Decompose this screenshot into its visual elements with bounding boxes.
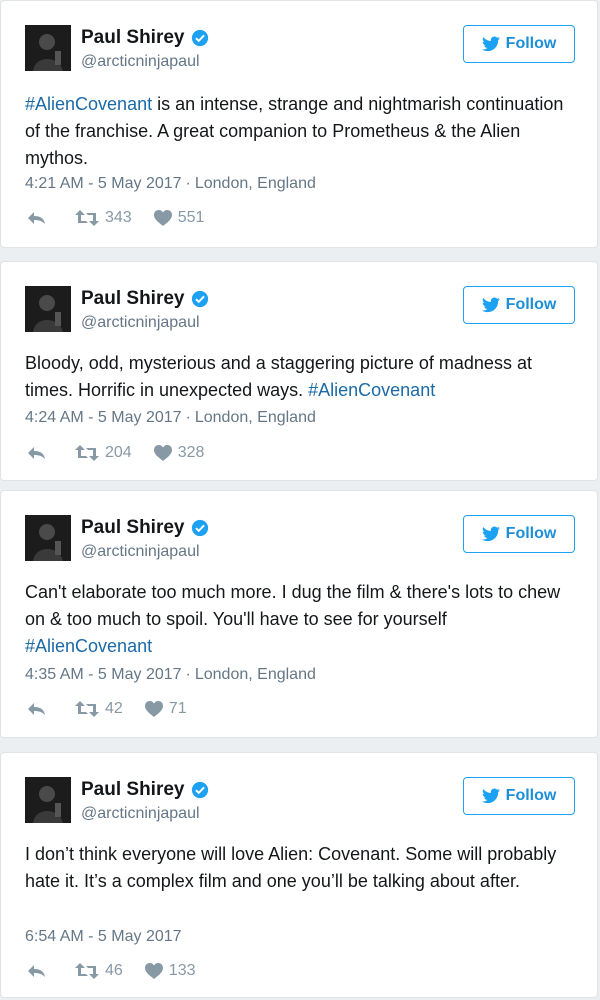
tweet-actions: 46 133	[27, 962, 196, 980]
reply-button[interactable]	[27, 445, 47, 461]
reply-button[interactable]	[27, 701, 47, 717]
timestamp[interactable]: 4:21 AM - 5 May 2017	[25, 175, 182, 192]
display-name[interactable]: Paul Shirey	[81, 27, 185, 49]
hashtag-link[interactable]: #AlienCovenant	[308, 380, 435, 400]
retweet-button[interactable]: 343	[75, 209, 132, 227]
user-handle[interactable]: @arcticninjapaul	[81, 805, 200, 823]
like-count: 328	[177, 444, 205, 461]
reply-icon	[28, 965, 45, 977]
retweet-count: 42	[105, 700, 123, 717]
tweet-actions: 42 71	[27, 700, 187, 718]
retweet-button[interactable]: 204	[75, 444, 132, 462]
tweet-text: I don’t think everyone will love Alien: …	[25, 841, 573, 895]
heart-icon	[144, 963, 163, 979]
tweet-body: I don’t think everyone will love Alien: …	[25, 844, 557, 891]
twitter-bird-icon	[481, 297, 500, 313]
hashtag-link[interactable]: #AlienCovenant	[25, 94, 152, 114]
retweet-button[interactable]: 42	[75, 700, 123, 718]
retweet-icon	[75, 445, 99, 461]
retweet-icon	[75, 210, 99, 226]
tweet-card: Paul Shirey @arcticninjapaul Follow Can'…	[0, 490, 598, 738]
avatar[interactable]	[25, 25, 71, 71]
avatar[interactable]	[25, 515, 71, 561]
follow-label: Follow	[505, 296, 557, 313]
like-count: 551	[177, 209, 205, 226]
follow-button[interactable]: Follow	[463, 515, 575, 553]
like-count: 71	[168, 700, 187, 717]
like-button[interactable]: 71	[144, 700, 187, 718]
reply-button[interactable]	[27, 963, 47, 979]
tweet-body: Bloody, odd, mysterious and a staggering…	[25, 353, 532, 400]
tweet-body: Can't elaborate too much more. I dug the…	[25, 582, 561, 629]
retweet-icon	[75, 963, 99, 979]
like-button[interactable]: 133	[144, 962, 196, 980]
location[interactable]: London, England	[195, 175, 316, 192]
tweet-meta: 6:54 AM - 5 May 2017	[25, 928, 182, 946]
follow-label: Follow	[505, 525, 557, 542]
display-name[interactable]: Paul Shirey	[81, 779, 185, 801]
twitter-bird-icon	[481, 526, 500, 542]
heart-icon	[144, 701, 163, 717]
tweet-card: Paul Shirey @arcticninjapaul Follow I do…	[0, 752, 598, 998]
tweet-meta: 4:35 AM - 5 May 2017 · London, England	[25, 666, 316, 684]
retweet-count: 343	[105, 209, 132, 226]
separator: ·	[185, 666, 191, 683]
retweet-count: 46	[105, 962, 123, 979]
verified-badge-icon	[191, 290, 208, 308]
tweet-text: #AlienCovenant is an intense, strange an…	[25, 91, 573, 172]
location[interactable]: London, England	[195, 409, 316, 426]
display-name[interactable]: Paul Shirey	[81, 517, 185, 539]
reply-button[interactable]	[27, 210, 47, 226]
reply-icon	[28, 703, 45, 715]
verified-badge-icon	[191, 519, 208, 537]
tweet-actions: 204 328	[27, 444, 204, 462]
like-button[interactable]: 551	[153, 209, 205, 227]
tweet-text: Can't elaborate too much more. I dug the…	[25, 579, 573, 660]
tweet-card: Paul Shirey @arcticninjapaul Follow #Ali…	[0, 0, 598, 248]
tweet-meta: 4:24 AM - 5 May 2017 · London, England	[25, 409, 316, 427]
like-count: 133	[168, 962, 196, 979]
verified-badge-icon	[191, 781, 208, 799]
separator: ·	[185, 409, 191, 426]
timestamp[interactable]: 4:35 AM - 5 May 2017	[25, 666, 182, 683]
tweet-actions: 343 551	[27, 209, 204, 227]
user-handle[interactable]: @arcticninjapaul	[81, 314, 200, 332]
separator: ·	[185, 175, 191, 192]
user-handle[interactable]: @arcticninjapaul	[81, 53, 200, 71]
heart-icon	[153, 210, 172, 226]
twitter-bird-icon	[481, 788, 500, 804]
avatar[interactable]	[25, 777, 71, 823]
follow-label: Follow	[505, 35, 557, 52]
heart-icon	[153, 445, 172, 461]
follow-button[interactable]: Follow	[463, 25, 575, 63]
verified-badge-icon	[191, 29, 208, 47]
tweet-text: Bloody, odd, mysterious and a staggering…	[25, 350, 573, 404]
location[interactable]: London, England	[195, 666, 316, 683]
timestamp[interactable]: 6:54 AM - 5 May 2017	[25, 928, 182, 945]
user-handle[interactable]: @arcticninjapaul	[81, 543, 200, 561]
retweet-count: 204	[105, 444, 132, 461]
reply-icon	[28, 212, 45, 224]
hashtag-link[interactable]: #AlienCovenant	[25, 636, 152, 656]
retweet-icon	[75, 701, 99, 717]
timestamp[interactable]: 4:24 AM - 5 May 2017	[25, 409, 182, 426]
tweet-meta: 4:21 AM - 5 May 2017 · London, England	[25, 175, 316, 193]
tweet-card: Paul Shirey @arcticninjapaul Follow Bloo…	[0, 261, 598, 481]
reply-icon	[28, 447, 45, 459]
follow-label: Follow	[505, 787, 557, 804]
follow-button[interactable]: Follow	[463, 777, 575, 815]
display-name[interactable]: Paul Shirey	[81, 288, 185, 310]
like-button[interactable]: 328	[153, 444, 205, 462]
follow-button[interactable]: Follow	[463, 286, 575, 324]
twitter-bird-icon	[481, 36, 500, 52]
retweet-button[interactable]: 46	[75, 962, 123, 980]
avatar[interactable]	[25, 286, 71, 332]
